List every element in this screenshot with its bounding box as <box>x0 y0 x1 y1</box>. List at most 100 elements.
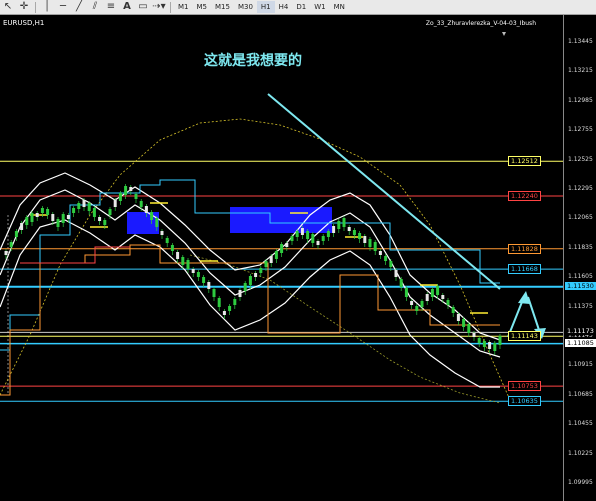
candle-body <box>342 218 346 227</box>
price-axis-label: 1.12525 <box>568 155 593 163</box>
candle-body <box>389 261 393 267</box>
price-axis-label: 1.11375 <box>568 302 593 310</box>
trendline-icon[interactable]: ╱ <box>71 1 87 13</box>
candle-body <box>347 227 351 231</box>
timeframe-w1[interactable]: W1 <box>310 1 329 13</box>
level-price-tag: 1.12512 <box>508 156 541 167</box>
candle-body <box>446 300 450 305</box>
candle-body <box>467 324 471 333</box>
candle-body <box>139 201 143 207</box>
level-price-tag: 1.11828 <box>508 243 541 254</box>
candle-body <box>196 272 200 277</box>
indicator-label: Zo_33_Zhuravlerezka_V-04-03_Ibush <box>425 20 536 27</box>
candle-body <box>14 231 18 237</box>
label-tool-icon[interactable]: ▭ <box>135 1 151 13</box>
chart-annotation-text: 这就是我想要的 <box>204 53 302 69</box>
candle-body <box>66 215 70 219</box>
candle-body <box>191 269 195 273</box>
candle-body <box>358 233 362 239</box>
timeframe-m5[interactable]: M5 <box>193 1 212 13</box>
fibonacci-icon[interactable]: ≡ <box>103 1 119 13</box>
candle-body <box>51 214 55 221</box>
candle-body <box>316 241 320 245</box>
candle-body <box>384 256 388 261</box>
candle-body <box>482 341 486 347</box>
price-axis-label: 1.10685 <box>568 390 593 398</box>
price-axis-label: 1.13445 <box>568 38 593 45</box>
candle-body <box>248 276 252 285</box>
zone-box <box>127 212 159 234</box>
candle-body <box>394 270 398 277</box>
timeframe-h1[interactable]: H1 <box>256 1 275 13</box>
candle-body <box>311 234 315 243</box>
crosshair-icon[interactable]: ✛ <box>16 1 32 13</box>
candle-body <box>456 314 460 321</box>
level-price-tag: 1.11143 <box>508 331 541 342</box>
candle-body <box>280 244 284 253</box>
candle-body <box>4 251 8 255</box>
candle-body <box>129 187 133 191</box>
candle-body <box>176 252 180 259</box>
symbol-label: EURUSD,H1 <box>3 19 45 27</box>
candle-body <box>82 200 86 207</box>
candle-body <box>170 245 174 251</box>
price-axis-label: 1.12755 <box>568 126 593 134</box>
timeframe-h4[interactable]: H4 <box>275 1 293 13</box>
candle-body <box>20 223 24 230</box>
candle-body <box>30 213 34 222</box>
price-axis-label: 1.10915 <box>568 361 593 369</box>
candle-body <box>233 299 237 305</box>
candle-body <box>259 268 263 273</box>
candle-body <box>35 213 39 217</box>
zone-box <box>230 207 332 233</box>
channel-icon[interactable]: ⫽ <box>87 1 103 13</box>
candle-body <box>306 231 310 239</box>
lower-band <box>0 219 500 388</box>
price-axis-label: 1.12985 <box>568 96 593 104</box>
candle-body <box>285 243 289 247</box>
candle-body <box>56 219 60 227</box>
candle-body <box>25 217 29 225</box>
candle-body <box>46 209 50 215</box>
chart-canvas[interactable] <box>0 15 596 501</box>
candle-body <box>274 251 278 259</box>
candle-body <box>269 256 273 263</box>
candle-body <box>155 218 159 227</box>
timeframe-m15[interactable]: M15 <box>211 1 234 13</box>
level-price-tag: 1.11668 <box>508 264 541 275</box>
candle-body <box>332 226 336 233</box>
candle-body <box>415 306 419 311</box>
timeframe-m1[interactable]: M1 <box>174 1 193 13</box>
candle-body <box>165 238 169 243</box>
candle-body <box>212 289 216 297</box>
current-price-tag: 1.11173 <box>565 327 596 336</box>
candle-body <box>462 319 466 327</box>
candle-body <box>87 203 91 211</box>
price-axis-label: 1.10225 <box>568 449 593 457</box>
candle-body <box>228 306 232 311</box>
candle-body <box>420 301 424 307</box>
timeframe-mn[interactable]: MN <box>330 1 349 13</box>
candle-body <box>61 214 65 223</box>
price-chart[interactable]: EURUSD,H1 Zo_33_Zhuravlerezka_V-04-03_Ib… <box>0 15 596 501</box>
timeframe-m30[interactable]: M30 <box>234 1 257 13</box>
timeframe-d1[interactable]: D1 <box>292 1 310 13</box>
candle-body <box>477 338 481 343</box>
candle-body <box>441 295 445 299</box>
cursor-arrow-icon[interactable]: ↖ <box>0 1 16 13</box>
toolbar-divider <box>170 1 171 13</box>
vertical-line-icon[interactable]: │ <box>39 1 55 13</box>
candle-body <box>498 336 502 345</box>
arrow-tool-dropdown-icon[interactable]: ⇢▾ <box>151 1 167 13</box>
price-axis-label: 1.10455 <box>568 420 593 428</box>
text-tool-icon[interactable]: A <box>119 1 135 13</box>
candle-body <box>472 333 476 337</box>
candle-body <box>113 200 117 207</box>
candle-body <box>363 236 367 243</box>
candle-body <box>202 277 206 283</box>
candle-body <box>150 212 154 220</box>
candle-body <box>222 311 226 315</box>
annotation-arrow <box>267 93 501 290</box>
horizontal-line-icon[interactable]: ─ <box>55 1 71 13</box>
candle-body <box>217 298 221 307</box>
